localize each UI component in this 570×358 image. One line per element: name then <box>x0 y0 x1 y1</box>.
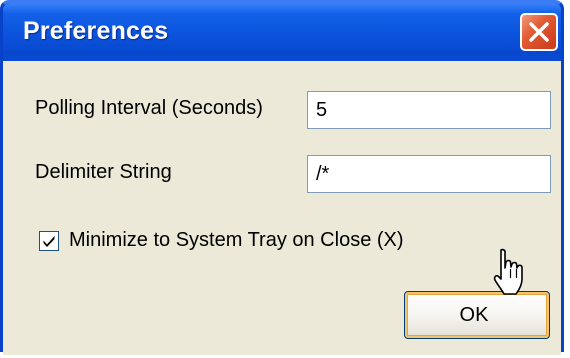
polling-interval-input[interactable] <box>307 91 551 129</box>
delimiter-string-input[interactable] <box>307 155 551 193</box>
polling-interval-label: Polling Interval (Seconds) <box>35 97 263 119</box>
window-title: Preferences <box>23 17 169 45</box>
delimiter-string-label: Delimiter String <box>35 161 172 183</box>
mouse-pointer-icon <box>493 248 523 295</box>
close-button[interactable] <box>520 13 558 51</box>
ok-button-label: OK <box>459 304 489 326</box>
preferences-dialog: Preferences Polling Interval (Seconds) D… <box>0 0 564 355</box>
title-bar[interactable]: Preferences <box>3 3 561 61</box>
dialog-body: Polling Interval (Seconds) Delimiter Str… <box>3 61 561 355</box>
ok-button[interactable]: OK <box>404 291 550 339</box>
minimize-to-tray-checkbox[interactable] <box>39 231 59 251</box>
checkmark-icon <box>43 236 55 247</box>
minimize-to-tray-label: Minimize to System Tray on Close (X) <box>69 229 404 251</box>
close-icon <box>529 22 549 42</box>
